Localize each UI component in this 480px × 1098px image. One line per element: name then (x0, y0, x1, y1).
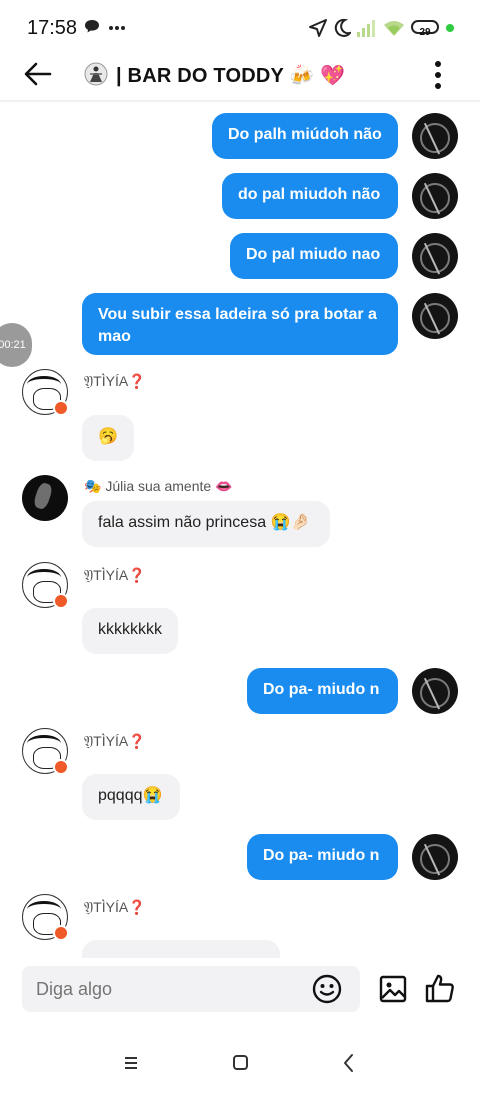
outgoing-message[interactable]: Do pa- miudo n (247, 668, 398, 714)
incoming-message[interactable]: 🥱 (82, 415, 134, 461)
more-notifications-icon (109, 26, 125, 30)
incoming-message[interactable] (82, 940, 280, 958)
message-input[interactable] (22, 966, 360, 1012)
chat-header: | BAR DO TODDY 🍻 💖 (0, 56, 480, 96)
my-avatar[interactable] (412, 668, 458, 714)
composer-bar (0, 958, 480, 1028)
my-avatar[interactable] (412, 233, 458, 279)
sender-name: 𝔜TÌ̀YÍA❓ (84, 733, 146, 749)
image-icon[interactable] (378, 974, 408, 1004)
my-avatar[interactable] (412, 173, 458, 219)
sender-name: 𝔜TÌ̀YÍA❓ (84, 899, 146, 915)
my-avatar[interactable] (412, 113, 458, 159)
my-avatar[interactable] (412, 834, 458, 880)
incoming-message[interactable]: fala assim não princesa 😭🤌🏻 (82, 501, 330, 547)
outgoing-message[interactable]: Vou subir essa ladeira só pra botar a ma… (82, 293, 398, 355)
message-list[interactable]: 00:21 Do palh miúdoh não do pal miudoh n… (0, 103, 480, 958)
signal-icon (357, 20, 375, 37)
status-bar: 17:58 29 (0, 0, 480, 56)
battery-level: 29 (419, 27, 431, 38)
outgoing-message[interactable]: Do pa- miudo n (247, 834, 398, 880)
moon-icon (334, 18, 351, 37)
more-vertical-icon[interactable] (424, 58, 452, 92)
square-icon[interactable] (225, 1050, 255, 1076)
chevron-left-icon[interactable] (334, 1050, 364, 1076)
thumbs-up-icon[interactable] (424, 972, 456, 1004)
group-emblem-icon (84, 62, 108, 86)
system-navigation-bar (0, 1040, 480, 1088)
outgoing-message[interactable]: Do palh miúdoh não (212, 113, 398, 159)
smiley-icon[interactable] (312, 974, 342, 1004)
back-arrow-icon[interactable] (20, 58, 56, 90)
sender-name: 🎭 Júlia sua amente 👄 (84, 478, 233, 494)
wifi-icon (384, 21, 404, 36)
my-avatar[interactable] (412, 293, 458, 339)
location-icon (309, 19, 327, 37)
friend-avatar[interactable] (22, 475, 68, 521)
chat-title[interactable]: | BAR DO TODDY 🍻 💖 (116, 63, 345, 88)
chat-notification-icon (85, 20, 99, 33)
active-indicator-dot (446, 24, 454, 32)
status-time: 17:58 (27, 17, 78, 39)
sender-name: 𝔜TÌ̀YÍA❓ (84, 567, 146, 583)
user-badge-icon (53, 925, 69, 941)
incoming-message[interactable]: pqqqq😭 (82, 774, 180, 820)
outgoing-message[interactable]: Do pal miudo nao (230, 233, 398, 279)
incoming-message[interactable]: kkkkkkkk (82, 608, 178, 654)
user-badge-icon (53, 759, 69, 775)
user-badge-icon (53, 593, 69, 609)
menu-lines-icon[interactable] (116, 1050, 146, 1076)
battery-icon: 29 (411, 20, 439, 38)
sender-name: 𝔜TÌ̀YÍA❓ (84, 373, 146, 389)
timestamp-pill: 00:21 (0, 323, 32, 367)
user-badge-icon (53, 400, 69, 416)
outgoing-message[interactable]: do pal miudoh não (222, 173, 398, 219)
